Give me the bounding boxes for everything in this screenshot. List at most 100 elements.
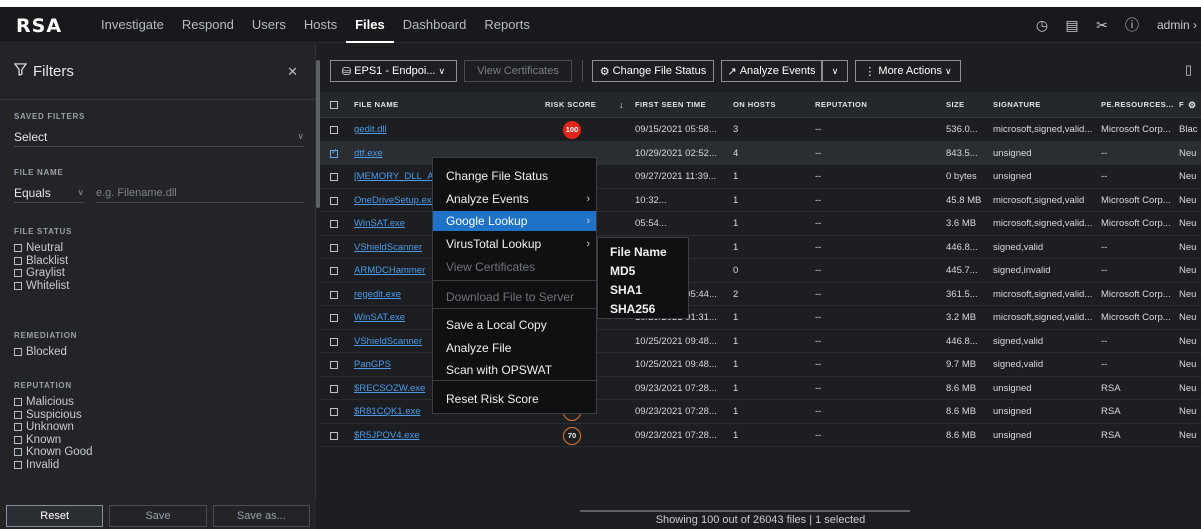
header-on-hosts[interactable]: ON HOSTS bbox=[733, 92, 776, 118]
file-name-operator-select[interactable]: Equals ∨ bbox=[14, 183, 84, 203]
panel-toggle-icon[interactable]: ▯ bbox=[1185, 62, 1192, 78]
reputation-known-checkbox[interactable]: Known bbox=[14, 434, 304, 447]
context-menu-virustotal-lookup[interactable]: VirusTotal Lookup › bbox=[433, 234, 596, 254]
save-button[interactable]: Save bbox=[109, 505, 207, 527]
file-status-cell: Neu bbox=[1179, 171, 1197, 182]
context-menu-download-file-to-server[interactable]: Download File to Server bbox=[433, 287, 596, 307]
reputation-invalid-checkbox[interactable]: Invalid bbox=[14, 459, 304, 472]
row-checkbox[interactable] bbox=[330, 196, 338, 205]
pe-resources-cell: RSA bbox=[1101, 406, 1121, 417]
file-status-whitelist-checkbox[interactable]: Whitelist bbox=[14, 280, 304, 293]
table-header: FILE NAME RISK SCORE ↓ FIRST SEEN TIME O… bbox=[320, 92, 1201, 118]
row-checkbox[interactable] bbox=[330, 220, 338, 228]
analyze-events-dropdown[interactable]: ∨ bbox=[822, 60, 848, 82]
file-status-blacklist-checkbox[interactable]: Blacklist bbox=[14, 255, 304, 268]
reset-button[interactable]: Reset bbox=[6, 505, 104, 527]
context-menu: Change File Status Analyze Events › Google … bbox=[432, 157, 597, 414]
header-signature[interactable]: SIGNATURE bbox=[993, 92, 1041, 118]
table-row[interactable]: $R5JPOV4.exe 09/23/2021 07:28... 1 -- 8.6 MB… bbox=[320, 424, 1201, 448]
context-menu-analyze-file[interactable]: Analyze File bbox=[433, 338, 596, 358]
context-menu-change-file-status[interactable]: Change File Status bbox=[433, 166, 596, 186]
context-menu-view-certificates[interactable]: View Certificates bbox=[433, 257, 596, 277]
file-name-input[interactable] bbox=[96, 183, 304, 203]
nav-item-reports[interactable]: Reports bbox=[475, 7, 539, 43]
settings-icon[interactable]: ⚙ bbox=[1188, 92, 1196, 118]
row-checkbox[interactable] bbox=[330, 384, 338, 393]
context-menu-label: Scan with OPSWAT bbox=[446, 363, 553, 377]
nav-item-respond[interactable]: Respond bbox=[173, 7, 243, 43]
reputation-malicious-checkbox[interactable]: Malicious bbox=[14, 396, 304, 409]
nav-item-users[interactable]: Users bbox=[243, 7, 295, 43]
saved-filters-select[interactable]: Select ∨ bbox=[14, 127, 304, 147]
row-checkbox[interactable] bbox=[330, 147, 338, 158]
row-checkbox[interactable] bbox=[330, 173, 338, 181]
nav-item-investigate[interactable]: Investigate bbox=[92, 7, 173, 43]
google-lookup-sha1[interactable]: SHA1 bbox=[598, 280, 688, 300]
on-hosts-cell: 1 bbox=[733, 359, 739, 370]
header-pe-resources[interactable]: PE.RESOURCES... bbox=[1101, 92, 1174, 118]
file-name-link[interactable]: $R5JPOV4.exe bbox=[354, 424, 539, 448]
saved-filters-section: SAVED FILTERS Select ∨ bbox=[14, 112, 304, 147]
row-checkbox[interactable] bbox=[330, 290, 338, 299]
header-size[interactable]: SIZE bbox=[946, 92, 964, 118]
context-menu-scan-with-opswat[interactable]: Scan with OPSWAT bbox=[433, 360, 596, 380]
reputation-unknown-checkbox[interactable]: Unknown bbox=[14, 421, 304, 434]
row-checkbox[interactable] bbox=[330, 126, 338, 134]
user-menu[interactable]: admin › bbox=[1147, 18, 1201, 32]
table-row[interactable]: gedit.dll 09/15/2021 05:58... 3 -- 536.0... m… bbox=[320, 118, 1201, 142]
notes-icon[interactable]: ▤ bbox=[1057, 7, 1087, 43]
nav-item-files[interactable]: Files bbox=[346, 7, 394, 43]
file-status-cell: Neu bbox=[1179, 265, 1197, 276]
file-status-neutral-checkbox[interactable]: Neutral bbox=[14, 242, 304, 255]
google-lookup-sha256[interactable]: SHA256 bbox=[598, 299, 688, 319]
google-lookup-file-name[interactable]: File Name bbox=[598, 242, 688, 262]
rsa-logo: RSA bbox=[16, 15, 63, 37]
on-hosts-cell: 1 bbox=[733, 429, 739, 441]
change-file-status-button[interactable]: ⚙ Change File Status bbox=[592, 60, 714, 82]
context-menu-save-a-local-copy[interactable]: Save a Local Copy bbox=[433, 315, 596, 335]
tools-icon[interactable]: ✂ bbox=[1087, 7, 1117, 43]
file-status-graylist-checkbox[interactable]: Graylist bbox=[14, 267, 304, 280]
google-lookup-md5[interactable]: MD5 bbox=[598, 261, 688, 281]
on-hosts-cell: 1 bbox=[733, 406, 739, 417]
save-as-button[interactable]: Save as... bbox=[212, 505, 310, 527]
row-checkbox[interactable] bbox=[330, 243, 338, 252]
reputation-suspicious-checkbox[interactable]: Suspicious bbox=[14, 409, 304, 422]
service-select[interactable]: ⛁ EPS1 - Endpoi... ∨ bbox=[330, 60, 457, 82]
help-icon[interactable]: ⓘ bbox=[1117, 7, 1147, 43]
context-menu-analyze-events[interactable]: Analyze Events › bbox=[433, 189, 596, 209]
pe-resources-cell: Microsoft Corp... bbox=[1101, 194, 1171, 206]
close-icon[interactable]: ✕ bbox=[287, 64, 298, 80]
sort-desc-icon[interactable]: ↓ bbox=[619, 92, 624, 118]
row-checkbox[interactable] bbox=[330, 361, 338, 369]
status-icon: ⚙ bbox=[599, 65, 610, 78]
row-checkbox[interactable] bbox=[330, 337, 338, 346]
reputation-cell: -- bbox=[815, 382, 822, 394]
nav-item-hosts[interactable]: Hosts bbox=[295, 7, 346, 43]
header-first-seen[interactable]: FIRST SEEN TIME bbox=[635, 92, 706, 118]
view-certificates-button[interactable]: View Certificates bbox=[464, 60, 572, 82]
row-checkbox[interactable] bbox=[330, 431, 338, 440]
file-name-link[interactable]: gedit.dll bbox=[354, 118, 539, 142]
reputation-cell: -- bbox=[815, 147, 822, 159]
nav-item-dashboard[interactable]: Dashboard bbox=[394, 7, 476, 43]
more-actions-button[interactable]: ⋮ More Actions ∨ bbox=[855, 60, 961, 82]
saved-filters-label: SAVED FILTERS bbox=[14, 112, 86, 121]
remediation-blocked-checkbox[interactable]: Blocked bbox=[14, 346, 304, 359]
reputation-known-good-checkbox[interactable]: Known Good bbox=[14, 446, 304, 459]
context-menu-label: View Certificates bbox=[446, 260, 536, 274]
context-menu-reset-risk-score[interactable]: Reset Risk Score bbox=[433, 389, 596, 409]
header-reputation[interactable]: REPUTATION bbox=[815, 92, 867, 118]
timer-icon[interactable]: ◷ bbox=[1027, 7, 1057, 43]
context-menu-google-lookup[interactable]: Google Lookup › bbox=[433, 211, 596, 231]
row-checkbox[interactable] bbox=[330, 408, 338, 416]
header-risk-score[interactable]: RISK SCORE bbox=[545, 92, 596, 118]
header-file-status[interactable]: F bbox=[1179, 92, 1184, 118]
row-checkbox[interactable] bbox=[330, 267, 338, 275]
select-all-checkbox[interactable] bbox=[330, 101, 338, 109]
header-file-name[interactable]: FILE NAME bbox=[354, 92, 399, 118]
size-cell: 446.8... bbox=[946, 335, 978, 347]
context-menu-divider bbox=[433, 308, 596, 309]
analyze-events-button[interactable]: ↗ Analyze Events bbox=[721, 60, 822, 82]
row-checkbox[interactable] bbox=[330, 314, 338, 322]
